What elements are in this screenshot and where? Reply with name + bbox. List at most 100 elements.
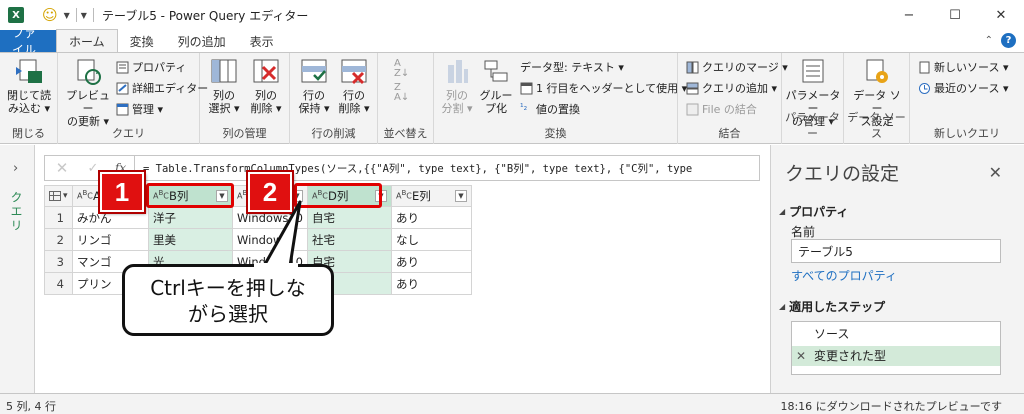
sort-descending-icon[interactable]: Z A↓ <box>394 83 409 103</box>
maximize-button[interactable]: ☐ <box>932 0 978 30</box>
expand-chevron-icon[interactable]: › <box>13 161 18 176</box>
queries-pane-collapsed[interactable]: › クエリ <box>0 145 35 393</box>
group-label-close: 閉じる <box>12 127 45 140</box>
filter-dropdown-icon[interactable]: ▼ <box>216 190 228 202</box>
collapse-triangle-icon: ◢ <box>779 207 786 216</box>
row-number[interactable]: 2 <box>44 228 73 251</box>
choose-columns-icon <box>209 57 239 87</box>
separator <box>75 8 77 22</box>
column-header-b[interactable]: ABCB列 ▼ <box>148 185 233 207</box>
tab-home[interactable]: ホーム <box>56 29 118 52</box>
advanced-editor-button[interactable]: 詳細エディター <box>116 80 208 96</box>
applied-steps-header[interactable]: ◢ 適用したステップ <box>779 298 885 315</box>
group-by-button[interactable]: グルー プ化 <box>476 57 516 115</box>
table-cell[interactable]: 里美 <box>148 228 233 251</box>
table-icon <box>49 191 61 201</box>
choose-columns-label: 列の 選択 ▾ <box>208 89 240 115</box>
group-label-data-source: データ ソース <box>847 111 906 140</box>
remove-columns-button[interactable]: 列の 削除 ▾ <box>246 57 286 115</box>
close-window-button[interactable]: ✕ <box>978 0 1024 30</box>
row-number[interactable]: 1 <box>44 206 73 229</box>
column-header-e[interactable]: ABCE列 ▼ <box>390 185 472 207</box>
filter-dropdown-icon[interactable]: ▼ <box>374 190 387 202</box>
append-queries-label: クエリの追加 ▾ <box>702 82 778 95</box>
applied-steps-list: ソース ✕ 変更された型 <box>791 321 1001 375</box>
combine-files-button[interactable]: File の結合 <box>686 101 757 117</box>
column-header-d[interactable]: ABCD列 ▼ <box>306 185 392 207</box>
name-label: 名前 <box>791 225 816 239</box>
split-column-icon <box>442 57 472 87</box>
keep-rows-icon <box>299 57 329 87</box>
dropdown-arrow-icon[interactable]: ▼ <box>64 11 70 20</box>
tab-add-column[interactable]: 列の追加 <box>166 30 238 52</box>
query-name-input[interactable]: テーブル5 <box>791 239 1001 263</box>
manage-columns-group: 列の 選択 ▾ 列の 削除 ▾ 列の管理 <box>200 53 290 144</box>
remove-rows-button[interactable]: 行の 削除 ▾ <box>334 57 374 115</box>
applied-step[interactable]: ソース <box>792 324 1000 344</box>
remove-rows-icon <box>339 57 369 87</box>
table-cell[interactable]: なし <box>390 228 472 251</box>
query-settings-title: クエリの設定 <box>785 163 900 185</box>
table-cell[interactable]: あり <box>390 250 472 273</box>
formula-input[interactable]: = Table.TransformColumnTypes(ソース,{{"A列",… <box>135 161 759 176</box>
group-label-query: クエリ <box>112 127 145 140</box>
row-number[interactable]: 3 <box>44 250 73 273</box>
sort-ascending-icon[interactable]: A Z↓ <box>394 59 409 79</box>
applied-step-selected[interactable]: ✕ 変更された型 <box>792 346 1000 366</box>
data-source-group: データ ソー ス設定 データ ソース <box>844 53 910 144</box>
group-label-manage-columns: 列の管理 <box>222 127 267 140</box>
table-cell[interactable]: リンゴ <box>72 228 149 251</box>
properties-button[interactable]: プロパティ <box>116 59 186 75</box>
minimize-button[interactable]: − <box>886 0 932 30</box>
group-label-new-query: 新しいクエリ <box>934 127 1000 140</box>
tab-transform[interactable]: 変換 <box>118 30 166 52</box>
table-cell[interactable]: 自宅 <box>306 206 392 229</box>
row-number[interactable]: 4 <box>44 272 73 295</box>
cancel-formula-icon[interactable]: ✕ <box>45 159 79 177</box>
smiley-icon[interactable]: ☺ <box>42 6 58 24</box>
table-cell[interactable]: 社宅 <box>306 228 392 251</box>
keep-rows-label: 行の 保持 ▾ <box>298 89 330 115</box>
use-first-row-headers-button[interactable]: 1 行目をヘッダーとして使用 ▾ <box>520 80 687 96</box>
refresh-preview-button[interactable]: プレビュー の更新 ▾ <box>62 57 114 128</box>
close-pane-icon[interactable]: ✕ <box>989 163 1002 182</box>
tab-file[interactable]: ファイル <box>0 26 56 57</box>
status-bar: 5 列, 4 行 18:16 にダウンロードされたプレビューです <box>0 393 1024 414</box>
group-by-label: グルー プ化 <box>479 89 513 115</box>
properties-section-header[interactable]: ◢ プロパティ <box>779 203 848 220</box>
tab-view[interactable]: 表示 <box>238 30 286 52</box>
keep-rows-button[interactable]: 行の 保持 ▾ <box>294 57 334 115</box>
all-properties-link[interactable]: すべてのプロパティ <box>791 267 897 284</box>
replace-values-button[interactable]: ¹₂ 値の置換 <box>520 101 580 117</box>
group-label-transform: 変換 <box>544 127 567 140</box>
collapse-ribbon-icon[interactable]: ⌃ <box>985 35 993 46</box>
close-load-button[interactable]: 閉じて読 み込む ▾ <box>4 57 54 115</box>
table-cell[interactable]: あり <box>390 206 472 229</box>
quick-access-customize-icon[interactable]: ▼ <box>81 11 87 20</box>
properties-icon <box>116 61 129 74</box>
help-icon[interactable]: ? <box>1001 33 1016 48</box>
table-cell[interactable]: 洋子 <box>148 206 233 229</box>
new-source-button[interactable]: 新しいソース ▾ <box>918 59 1008 75</box>
choose-columns-button[interactable]: 列の 選択 ▾ <box>204 57 244 115</box>
callout-line-2: がら選択 <box>188 302 268 326</box>
manage-button[interactable]: 管理 ▾ <box>116 101 163 117</box>
parameters-icon <box>798 57 828 87</box>
manage-label: 管理 ▾ <box>132 103 164 116</box>
split-column-button[interactable]: 列の 分割 ▾ <box>438 57 476 115</box>
merge-queries-button[interactable]: クエリのマージ ▾ <box>686 59 788 75</box>
filter-dropdown-icon[interactable]: ▼ <box>454 190 467 202</box>
step-badge-1: 1 <box>100 172 144 212</box>
table-menu-button[interactable]: ▾ <box>44 185 73 207</box>
recent-sources-button[interactable]: 最近のソース ▾ <box>918 80 1008 96</box>
append-queries-button[interactable]: クエリの追加 ▾ <box>686 80 777 96</box>
group-by-icon <box>481 57 511 87</box>
data-type-dropdown[interactable]: データ型: テキスト ▾ <box>520 59 624 75</box>
ribbon: 閉じて読 み込む ▾ 閉じる プレビュー の更新 ▾ プロパティ 詳細エディター… <box>0 52 1024 144</box>
refresh-icon <box>73 57 103 87</box>
formula-bar: ✕ ✓ fx = Table.TransformColumnTypes(ソース,… <box>44 155 760 181</box>
table-cell[interactable]: あり <box>390 272 472 295</box>
transform-group: 列の 分割 ▾ グルー プ化 データ型: テキスト ▾ 1 行目をヘッダーとして… <box>434 53 687 144</box>
delete-step-icon[interactable]: ✕ <box>796 346 806 366</box>
window-title: テーブル5 - Power Query エディター <box>101 8 309 23</box>
